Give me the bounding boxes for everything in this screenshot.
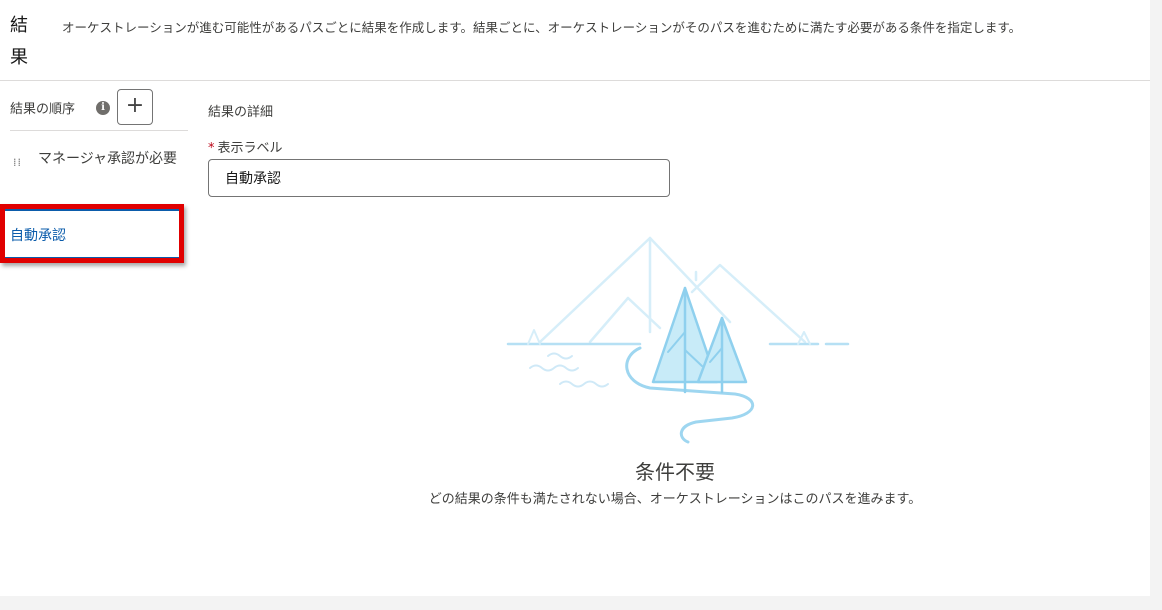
drag-handle-icon[interactable]: ⁞⁞ bbox=[13, 157, 22, 168]
panel-description: オーケストレーションが進む可能性があるパスごとに結果を作成します。結果ごとに、オ… bbox=[62, 20, 1022, 35]
outcome-details-title: 結果の詳細 bbox=[208, 105, 274, 120]
mountains-trees-illustration bbox=[506, 236, 850, 444]
empty-state-title: 条件不要 bbox=[635, 460, 715, 484]
display-label-input[interactable] bbox=[208, 159, 670, 197]
required-marker: * bbox=[208, 141, 215, 156]
field-label-text: 表示ラベル bbox=[217, 141, 283, 156]
outcome-item-auto-approval[interactable]: 自動承認 bbox=[4, 209, 184, 259]
outcome-item-label: 自動承認 bbox=[10, 228, 66, 244]
divider bbox=[10, 130, 188, 131]
outcomes-panel: 結 果 オーケストレーションが進む可能性があるパスごとに結果を作成します。結果ご… bbox=[0, 0, 1150, 596]
empty-state-message: どの結果の条件も満たされない場合、オーケストレーションはこのパスを進みます。 bbox=[428, 492, 922, 507]
info-icon[interactable]: i bbox=[96, 101, 110, 115]
outcome-order-label: 結果の順序 bbox=[10, 102, 76, 117]
title-char-2: 果 bbox=[10, 47, 28, 68]
outcome-order-sidebar: 結果の順序 i + ⁞⁞ マネージャ承認が必要 自動承認 bbox=[0, 81, 188, 596]
outcome-item-manager-approval[interactable]: ⁞⁞ マネージャ承認が必要 bbox=[10, 137, 188, 201]
title-char-1: 結 bbox=[10, 15, 28, 36]
outcome-item-label: マネージャ承認が必要 bbox=[38, 151, 178, 167]
outcome-order-header: 結果の順序 i + bbox=[10, 87, 188, 127]
panel-title: 結 果 bbox=[10, 10, 34, 74]
display-label-field-label: * 表示ラベル bbox=[208, 137, 283, 156]
add-outcome-button[interactable]: + bbox=[117, 89, 153, 125]
panel-header: 結 果 オーケストレーションが進む可能性があるパスごとに結果を作成します。結果ご… bbox=[0, 0, 1150, 81]
